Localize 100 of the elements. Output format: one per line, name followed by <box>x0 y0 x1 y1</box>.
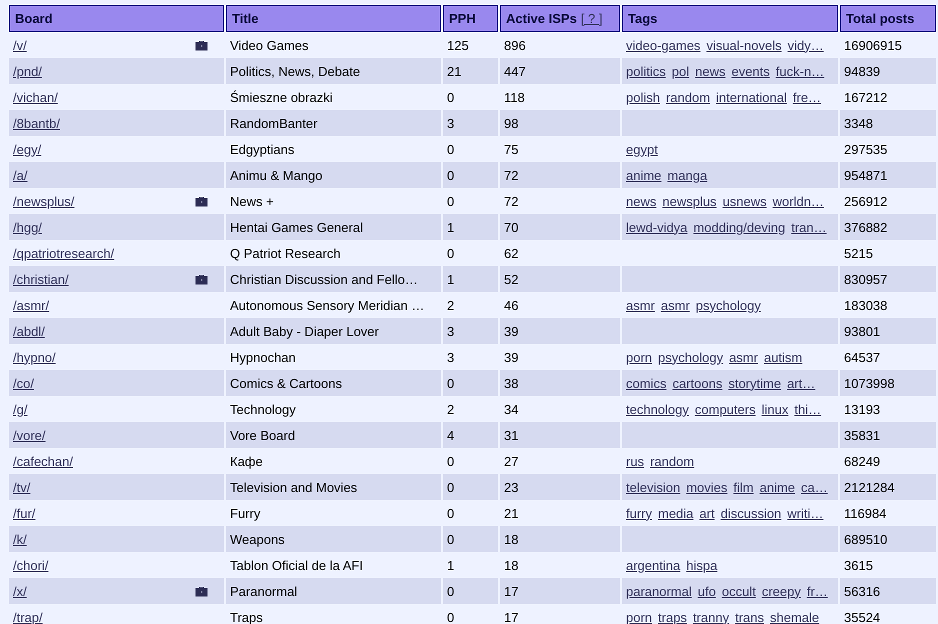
tag-link[interactable]: ca… <box>801 480 828 494</box>
board-link[interactable]: /cafechan/ <box>13 454 73 468</box>
tag-link[interactable]: fuck-n… <box>776 64 824 78</box>
tag-link[interactable]: anime <box>626 168 662 182</box>
board-link[interactable]: /x/ <box>13 584 27 598</box>
board-link[interactable]: /trap/ <box>13 610 43 624</box>
tag-link[interactable]: fre… <box>792 90 822 104</box>
total-posts: 689510 <box>844 532 888 546</box>
tag-link[interactable]: furry <box>626 506 652 520</box>
board-link[interactable]: /egy/ <box>13 142 42 156</box>
active-isps: 118 <box>504 90 525 104</box>
board-link[interactable]: /8bantb/ <box>13 116 60 130</box>
tag-link[interactable]: movies <box>686 480 728 494</box>
tag-link[interactable]: news <box>695 64 726 78</box>
board-link[interactable]: /tv/ <box>13 480 30 494</box>
board-link[interactable]: /abdl/ <box>13 324 45 338</box>
tag-link[interactable]: pol <box>672 64 690 78</box>
tag-link[interactable]: computers <box>694 402 756 416</box>
tag-link[interactable]: vidy… <box>788 38 824 52</box>
tag-link[interactable]: video-games <box>626 38 700 52</box>
board-link[interactable]: /vore/ <box>13 428 46 442</box>
board-link[interactable]: /pnd/ <box>13 64 42 78</box>
tag-link[interactable]: writi… <box>787 506 824 520</box>
tag-link[interactable]: visual-novels <box>706 38 782 52</box>
tag-link[interactable]: psychology <box>696 298 761 312</box>
tag-link[interactable]: comics <box>626 376 666 390</box>
active-isps: 72 <box>504 194 518 208</box>
tag-link[interactable]: creepy <box>762 584 801 598</box>
board-link[interactable]: /christian/ <box>13 272 69 286</box>
tag-link[interactable]: polish <box>626 90 660 104</box>
tag-link[interactable]: newsplus <box>662 194 717 208</box>
tag-link[interactable]: random <box>650 454 694 468</box>
tag-link[interactable]: porn <box>626 350 652 364</box>
total-posts: 167212 <box>844 90 888 104</box>
tag-link[interactable]: tranny <box>692 610 730 624</box>
posts-per-hour: 0 <box>447 454 454 468</box>
tag-link[interactable]: egypt <box>626 142 658 156</box>
board-link[interactable]: /co/ <box>13 376 34 390</box>
tag-link[interactable]: psychology <box>658 350 724 364</box>
tag-link[interactable]: worldn… <box>772 194 824 208</box>
tag-link[interactable]: art… <box>787 376 816 390</box>
tag-link[interactable]: storytime <box>728 376 782 390</box>
tag-link[interactable]: asmr <box>729 350 758 364</box>
total-posts: 2121284 <box>844 480 895 494</box>
active-isps: 52 <box>504 272 518 286</box>
tag-link[interactable]: paranormal <box>626 584 692 598</box>
tag-link[interactable]: media <box>658 506 694 520</box>
tag-link[interactable]: asmr <box>660 298 690 312</box>
tag-link[interactable]: politics <box>626 64 666 78</box>
tag-link[interactable]: random <box>666 90 710 104</box>
board-link[interactable]: /vichan/ <box>13 90 58 104</box>
tag-link[interactable]: shemale <box>770 610 820 624</box>
tag-link[interactable]: trans <box>735 610 764 624</box>
tag-link[interactable]: manga <box>667 168 708 182</box>
posts-per-hour: 0 <box>447 376 454 390</box>
board-link[interactable]: /g/ <box>13 402 28 416</box>
tag-link[interactable]: porn <box>626 610 652 624</box>
tag-link[interactable]: ufo <box>698 584 716 598</box>
tag-link[interactable]: fr… <box>806 584 828 598</box>
active-isps: 18 <box>504 532 518 546</box>
help-link[interactable]: [ ? ] <box>580 11 603 26</box>
tag-link[interactable]: thi… <box>794 402 822 416</box>
board-link[interactable]: /chori/ <box>13 558 48 572</box>
board-link[interactable]: /qpatriotresearch/ <box>13 246 114 260</box>
board-link[interactable]: /k/ <box>13 532 27 546</box>
tag-link[interactable]: hispa <box>686 558 718 572</box>
tag-link[interactable]: linux <box>762 402 788 416</box>
board-link[interactable]: /v/ <box>13 38 27 52</box>
tag-link[interactable]: occult <box>722 584 756 598</box>
board-link[interactable]: /asmr/ <box>13 298 50 312</box>
tag-link[interactable]: film <box>733 480 754 494</box>
tag-link[interactable]: rus <box>626 454 644 468</box>
tag-link[interactable]: lewd-vidya <box>626 220 688 234</box>
tag-link[interactable]: cartoons <box>672 376 722 390</box>
board-link[interactable]: /hypno/ <box>13 350 56 364</box>
active-isps: 17 <box>504 610 518 624</box>
board-link[interactable]: /hgg/ <box>13 220 42 234</box>
active-isps: 98 <box>504 116 518 130</box>
tag-link[interactable]: autism <box>764 350 802 364</box>
board-title: Technology <box>230 402 296 416</box>
tag-link[interactable]: technology <box>626 402 689 416</box>
tag-link[interactable]: television <box>626 480 680 494</box>
tag-link[interactable]: traps <box>658 610 687 624</box>
board-link[interactable]: /newsplus/ <box>13 194 74 208</box>
tag-link[interactable]: discussion <box>720 506 782 520</box>
tag-link[interactable]: usnews <box>722 194 767 208</box>
header-label: Active ISPs <box>506 11 577 26</box>
total-posts: 5215 <box>844 246 873 260</box>
tag-link[interactable]: news <box>626 194 656 208</box>
tag-link[interactable]: argentina <box>626 558 680 572</box>
tag-link[interactable]: art <box>699 506 715 520</box>
total-posts: 376882 <box>844 220 888 234</box>
tag-link[interactable]: asmr <box>626 298 655 312</box>
tag-link[interactable]: events <box>731 64 770 78</box>
board-link[interactable]: /a/ <box>13 168 28 182</box>
tag-link[interactable]: international <box>716 90 787 104</box>
board-link[interactable]: /fur/ <box>13 506 36 520</box>
tag-link[interactable]: tran… <box>791 220 827 234</box>
tag-link[interactable]: anime <box>760 480 796 494</box>
tag-link[interactable]: modding/deving <box>693 220 786 234</box>
